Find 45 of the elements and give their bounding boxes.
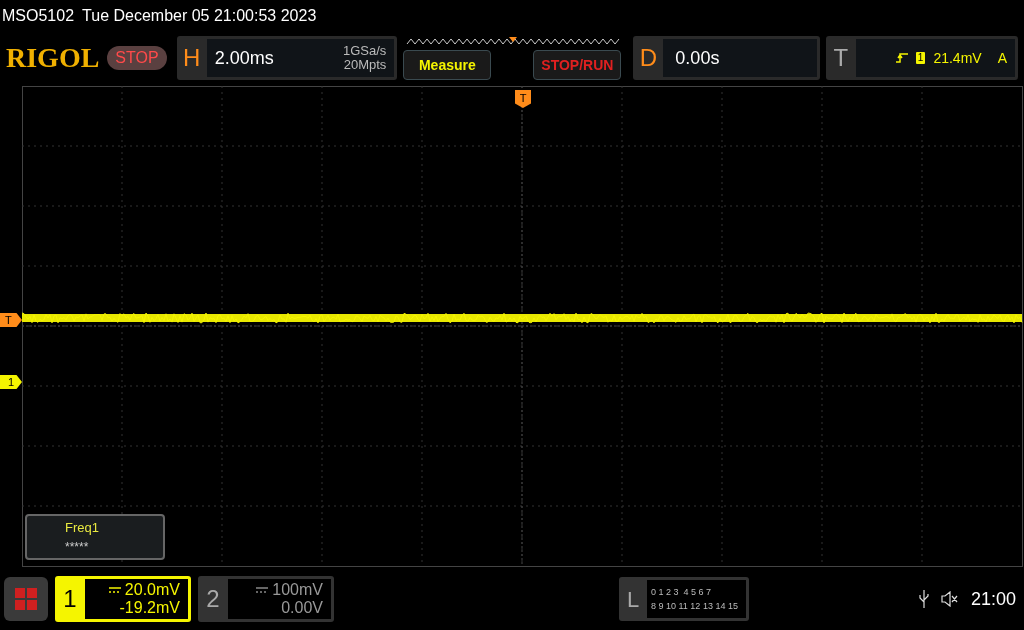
measure-button[interactable]: Measure [403, 50, 492, 80]
channel-scale: 20.0mV [124, 581, 180, 599]
channel-panel[interactable]: 1 20.0mV -19.2mV [55, 576, 191, 622]
run-state-badge: STOP [107, 46, 167, 70]
timebase-value: 2.00ms [214, 46, 275, 70]
trigger-mode: A [997, 48, 1007, 68]
channel-offset: -19.2mV [119, 599, 180, 617]
channel-number: 1 [62, 584, 78, 614]
digital-channel-numbers: 0 1 2 3 4 5 6 7 [651, 586, 713, 599]
channel-number: 2 [205, 584, 221, 614]
measurement-value: ***** [65, 538, 90, 556]
channel-offset-marker[interactable]: 1 [0, 375, 22, 389]
speaker-muted-icon [940, 591, 959, 607]
channel-offset: 0.00V [281, 599, 323, 617]
logic-label: L [625, 585, 641, 614]
memory-depth: 20Mpts [343, 58, 387, 72]
trigger-level: 21.4mV [933, 48, 982, 68]
menu-button[interactable] [4, 577, 48, 621]
digital-channel-numbers: 8 9 10 11 12 13 14 15 [651, 600, 739, 613]
date-time: Tue December 05 21:00:53 2023 [82, 6, 317, 26]
trigger-label: T [832, 43, 850, 73]
clock: 21:00 [970, 587, 1016, 611]
channel-panel[interactable]: 2 100mV 0.00V [198, 576, 334, 622]
measurement-panel[interactable]: Freq1 ***** [25, 514, 165, 560]
logic-panel[interactable]: L 0 1 2 3 4 5 6 7 8 9 10 11 12 13 14 15 [619, 577, 749, 621]
grid-menu-icon [15, 588, 37, 610]
stop-run-button[interactable]: STOP/RUN [533, 50, 622, 80]
usb-icon [918, 590, 929, 608]
rising-edge-icon [895, 52, 908, 64]
delay-value: 0.00s [675, 46, 720, 70]
delay-label: D [638, 43, 659, 73]
measurement-name: Freq1 [65, 519, 100, 538]
dc-coupling-icon [108, 587, 121, 593]
model-name: MSO5102 [2, 6, 75, 26]
rigol-logo: RIGOL [6, 41, 100, 75]
dc-coupling-icon [256, 587, 269, 593]
delay-panel[interactable]: D 0.00s [633, 36, 820, 80]
trigger-level-marker[interactable]: T [0, 313, 22, 327]
trigger-source: 1 [915, 52, 926, 64]
sample-rate: 1GSa/s [343, 44, 387, 58]
channel-scale: 100mV [272, 581, 323, 599]
trigger-position-marker[interactable]: T [515, 90, 531, 108]
trigger-panel[interactable]: T 1 21.4mV A [825, 36, 1018, 80]
horizontal-panel[interactable]: H 2.00ms 1GSa/s 20Mpts [176, 36, 398, 80]
horizontal-label: H [181, 43, 202, 73]
